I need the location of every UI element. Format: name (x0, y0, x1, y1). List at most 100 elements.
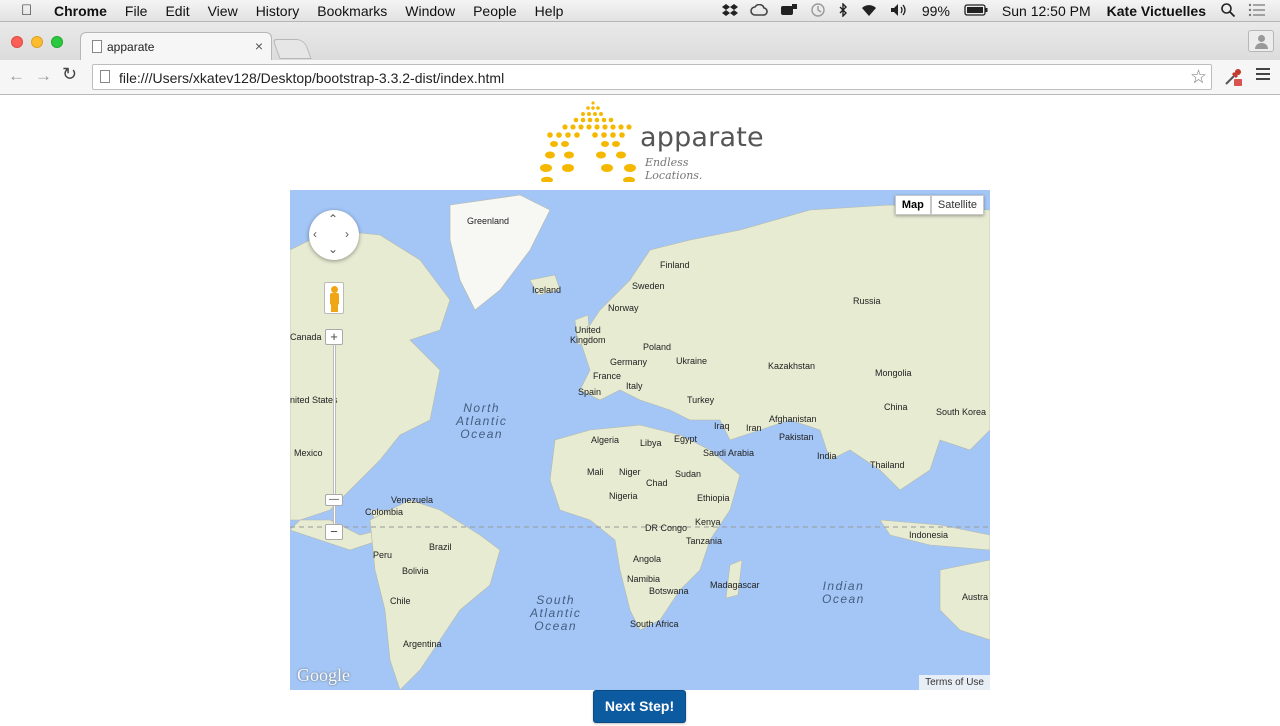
tab-apparate[interactable]: apparate × (80, 32, 272, 60)
label-pakistan: Pakistan (779, 432, 814, 442)
label-united-kingdom: United Kingdom (570, 325, 606, 345)
forward-arrow-icon[interactable]: → (35, 66, 52, 86)
menu-file[interactable]: File (116, 3, 157, 19)
zoom-in-button[interactable]: + (325, 329, 343, 345)
page-icon (100, 70, 110, 83)
map-type-satellite-button[interactable]: Satellite (930, 195, 984, 215)
reload-icon[interactable]: ↻ (62, 64, 77, 85)
bluetooth-device-icon[interactable] (780, 3, 798, 20)
label-china: China (884, 402, 908, 412)
label-indian-ocean: Indian Ocean (822, 579, 865, 606)
label-ethiopia: Ethiopia (697, 493, 730, 503)
apparate-dot-mark-icon (540, 101, 636, 182)
bookmark-star-icon[interactable]: ☆ (1190, 66, 1207, 89)
pan-down-icon[interactable]: ⌄ (328, 242, 338, 256)
label-kenya: Kenya (695, 517, 721, 527)
label-south-atlantic-ocean: South Atlantic Ocean (530, 593, 582, 633)
pan-left-icon[interactable]: ‹ (313, 227, 317, 241)
label-indonesia: Indonesia (909, 530, 949, 540)
logo-tagline: Endless Locations. (645, 156, 703, 182)
label-germany: Germany (610, 357, 648, 367)
world-map[interactable]: Greenland Iceland Finland Sweden Norway … (290, 190, 990, 690)
label-russia: Russia (853, 296, 881, 306)
label-algeria: Algeria (591, 435, 620, 445)
label-mexico: Mexico (294, 448, 323, 458)
volume-icon[interactable] (890, 3, 908, 20)
menu-chrome[interactable]: Chrome (54, 3, 116, 19)
spotlight-icon[interactable] (1220, 2, 1236, 21)
label-libya: Libya (640, 438, 662, 448)
profile-avatar-icon (1258, 35, 1265, 42)
label-australia: Austra (962, 592, 989, 602)
zoom-slider-handle[interactable]: — (325, 494, 343, 506)
app-menu: Chrome File Edit View History Bookmarks … (54, 3, 572, 19)
menu-bookmarks[interactable]: Bookmarks (308, 3, 396, 19)
label-south-korea: South Korea (936, 407, 987, 417)
notification-center-icon[interactable] (1248, 3, 1266, 20)
label-sweden: Sweden (632, 281, 665, 291)
label-saudi-arabia: Saudi Arabia (703, 448, 755, 458)
zoom-out-button[interactable]: − (325, 524, 343, 540)
apple-logo-icon[interactable]:  (21, 2, 32, 19)
bluetooth-icon[interactable] (838, 1, 848, 20)
hamburger-menu-icon[interactable] (1256, 68, 1270, 82)
label-niger: Niger (619, 467, 641, 477)
tab-strip: apparate × (0, 22, 1280, 60)
eyedropper-extension-icon[interactable] (1223, 67, 1243, 87)
label-south-africa: South Africa (630, 619, 679, 629)
address-bar[interactable]: file:///Users/xkatev128/Desktop/bootstra… (92, 64, 1212, 90)
label-north-atlantic-ocean: North Atlantic Ocean (456, 401, 508, 441)
label-venezuela: Venezuela (391, 495, 434, 505)
label-afghanistan: Afghanistan (769, 414, 817, 424)
label-france: France (593, 371, 622, 381)
zoom-window-button[interactable] (51, 36, 63, 48)
label-namibia: Namibia (627, 574, 661, 584)
menu-view[interactable]: View (199, 3, 247, 19)
profile-avatar-body (1255, 43, 1268, 49)
user-name[interactable]: Kate Victuelles (1107, 3, 1206, 19)
tab-close-icon[interactable]: × (255, 38, 263, 54)
clock[interactable]: Sun 12:50 PM (1002, 3, 1091, 19)
apparate-logo: apparate Endless Locations. (538, 100, 764, 182)
pan-up-icon[interactable]: ⌃ (328, 212, 338, 226)
url-text[interactable]: file:///Users/xkatev128/Desktop/bootstra… (119, 70, 504, 86)
time-machine-icon[interactable] (810, 2, 826, 21)
minimize-window-button[interactable] (31, 36, 43, 48)
label-finland: Finland (660, 260, 690, 270)
browser-toolbar: ← → ↻ file:///Users/xkatev128/Desktop/bo… (0, 60, 1280, 95)
close-window-button[interactable] (11, 36, 23, 48)
dropbox-icon[interactable] (721, 3, 738, 20)
street-view-pegman-icon[interactable] (324, 282, 344, 314)
label-bolivia: Bolivia (402, 566, 429, 576)
label-colombia: Colombia (365, 507, 404, 517)
pan-right-icon[interactable]: › (345, 227, 349, 241)
label-mongolia: Mongolia (875, 368, 912, 378)
label-iceland: Iceland (532, 285, 562, 295)
label-chad: Chad (646, 478, 668, 488)
tab-title: apparate (107, 40, 155, 54)
map-type-map-button[interactable]: Map (894, 195, 931, 215)
profile-button[interactable] (1248, 30, 1274, 52)
macos-menu-bar:  Chrome File Edit View History Bookmark… (0, 0, 1280, 22)
label-iraq: Iraq (714, 421, 730, 431)
menu-edit[interactable]: Edit (156, 3, 198, 19)
next-step-button[interactable]: Next Step! (593, 690, 686, 723)
label-turkey: Turkey (687, 395, 715, 405)
map-type-control: Map Satellite (894, 195, 984, 215)
pan-control[interactable]: ⌃ ⌄ ‹ › (309, 210, 359, 260)
menu-help[interactable]: Help (526, 3, 573, 19)
menu-history[interactable]: History (247, 3, 309, 19)
wifi-icon[interactable] (860, 3, 878, 20)
google-logo[interactable]: Google (297, 665, 350, 686)
menu-people[interactable]: People (464, 3, 526, 19)
new-tab-button[interactable] (272, 39, 312, 59)
terms-of-use-link[interactable]: Terms of Use (919, 675, 990, 690)
label-norway: Norway (608, 303, 639, 313)
label-madagascar: Madagascar (710, 580, 760, 590)
back-arrow-icon[interactable]: ← (8, 66, 25, 86)
battery-icon[interactable] (964, 3, 988, 19)
label-tanzania: Tanzania (686, 536, 723, 546)
page-icon (92, 40, 102, 53)
menu-window[interactable]: Window (396, 3, 464, 19)
creative-cloud-icon[interactable] (750, 3, 768, 19)
